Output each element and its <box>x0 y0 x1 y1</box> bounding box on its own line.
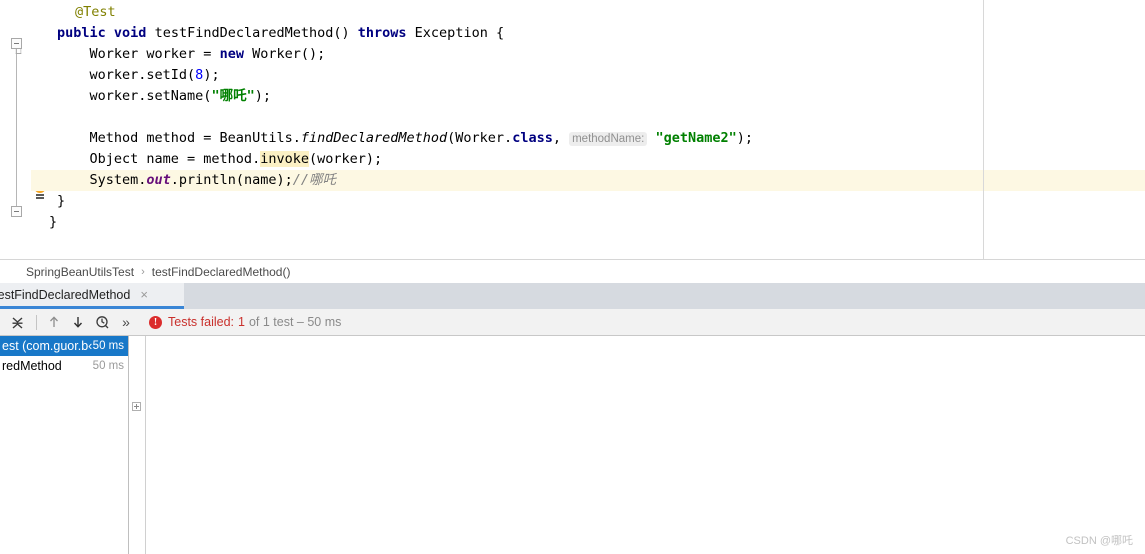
code-token: Method method = BeanUtils. <box>57 130 301 146</box>
toolbar-divider <box>36 314 37 330</box>
fold-region-line <box>16 44 17 212</box>
code-token: class <box>512 130 553 146</box>
code-line: Method method = BeanUtils.findDeclaredMe… <box>57 128 753 149</box>
fold-marker-method-end[interactable] <box>11 206 22 217</box>
fold-marker-method[interactable] <box>11 38 22 49</box>
prev-failed-test-icon[interactable] <box>43 311 65 333</box>
error-badge-icon: ! <box>149 315 162 329</box>
code-token: , <box>552 130 570 146</box>
code-token: worker.setId( <box>57 67 196 83</box>
code-token: Object name = method. <box>57 151 261 167</box>
tests-total-label: of 1 test – 50 ms <box>248 315 342 329</box>
code-token: methodName: <box>569 132 648 146</box>
close-icon[interactable]: × <box>140 288 148 301</box>
right-margin-guide <box>983 0 984 259</box>
test-tree-duration: 50 ms <box>92 360 124 372</box>
code-token: (Worker. <box>447 130 513 146</box>
tests-failed-label: Tests failed: <box>168 315 235 329</box>
test-tree-duration: 50 ms <box>92 340 124 352</box>
code-token: } <box>49 214 58 230</box>
code-line: System.out.println(name);//哪吒 <box>57 170 336 191</box>
tab-label: est.testFindDeclaredMethod <box>0 287 131 302</box>
watermark: CSDN @哪吒 <box>1065 535 1133 547</box>
code-token: ); <box>736 130 754 146</box>
breadcrumb-separator-icon: › <box>141 265 145 278</box>
test-runner-toolbar[interactable]: » ! Tests failed: 1 of 1 test – 50 ms <box>0 309 1145 336</box>
code-token: (worker); <box>308 151 383 167</box>
code-token: Exception { <box>406 25 505 41</box>
test-status: ! Tests failed: 1 of 1 test – 50 ms <box>149 315 341 329</box>
code-token: throws <box>357 25 407 41</box>
code-line: worker.setName("哪吒"); <box>57 86 271 107</box>
history-icon[interactable] <box>91 311 113 333</box>
test-tree-label: redMethod <box>2 359 62 373</box>
code-token: ); <box>254 88 271 104</box>
code-text-area[interactable]: @Test public void testFindDeclaredMethod(… <box>31 0 1145 259</box>
code-line: worker.setId(8); <box>57 65 220 86</box>
breadcrumb-item-method[interactable]: testFindDeclaredMethod() <box>152 265 291 279</box>
code-token: testFindDeclaredMethod() <box>146 25 358 41</box>
code-token: out <box>146 172 171 188</box>
code-line: } <box>57 191 65 212</box>
code-token: @Test <box>75 4 116 20</box>
code-token: worker.setName( <box>57 88 212 104</box>
tests-failed-count: 1 <box>238 315 245 329</box>
code-token: "getName2" <box>655 130 737 146</box>
test-tree-row-class[interactable]: est (com.guor.b‹ 50 ms <box>0 336 128 356</box>
more-options-icon[interactable]: » <box>115 311 137 333</box>
code-editor[interactable]: @Test public void testFindDeclaredMethod(… <box>0 0 1145 259</box>
code-token: "哪吒" <box>211 88 255 104</box>
console-gutter[interactable] <box>130 336 146 554</box>
expand-stacktrace-icon[interactable] <box>132 402 141 411</box>
code-token: ); <box>203 67 220 83</box>
code-token: invoke <box>260 151 309 167</box>
test-tree-row-method[interactable]: redMethod 50 ms <box>0 356 128 376</box>
console-output[interactable]: "C:\Program Files\Java\jdk1.8.0_60\bin\j… <box>130 336 1145 554</box>
run-tab-strip[interactable]: est.testFindDeclaredMethod × <box>0 283 1145 309</box>
breadcrumb-item-class[interactable]: SpringBeanUtilsTest <box>26 265 134 279</box>
breadcrumb[interactable]: SpringBeanUtilsTest › testFindDeclaredMe… <box>0 259 1145 283</box>
code-line: } <box>49 212 57 233</box>
code-token: public <box>57 25 106 41</box>
code-line: public void testFindDeclaredMethod() thr… <box>57 23 504 44</box>
code-line: Object name = method.invoke(worker); <box>57 149 382 170</box>
code-token: Worker(); <box>243 46 326 62</box>
code-token: .println(name); <box>170 172 293 188</box>
tab-test-run[interactable]: est.testFindDeclaredMethod × <box>0 283 184 309</box>
collapse-all-icon[interactable] <box>6 311 28 333</box>
code-token: Worker worker = <box>57 46 220 62</box>
ide-window: @Test public void testFindDeclaredMethod(… <box>0 0 1145 554</box>
editor-gutter[interactable] <box>0 0 31 259</box>
code-token: void <box>113 25 147 41</box>
test-results-tree[interactable]: est (com.guor.b‹ 50 ms redMethod 50 ms <box>0 336 129 554</box>
code-token: } <box>57 193 66 209</box>
test-tree-label: est (com.guor.b‹ <box>2 339 93 353</box>
next-failed-test-icon[interactable] <box>67 311 89 333</box>
code-token: findDeclaredMethod <box>300 130 448 146</box>
code-token: //哪吒 <box>292 172 336 188</box>
code-line: Worker worker = new Worker(); <box>57 44 326 65</box>
code-token: System. <box>57 172 147 188</box>
code-token: new <box>219 46 244 62</box>
code-line: @Test <box>75 2 116 23</box>
